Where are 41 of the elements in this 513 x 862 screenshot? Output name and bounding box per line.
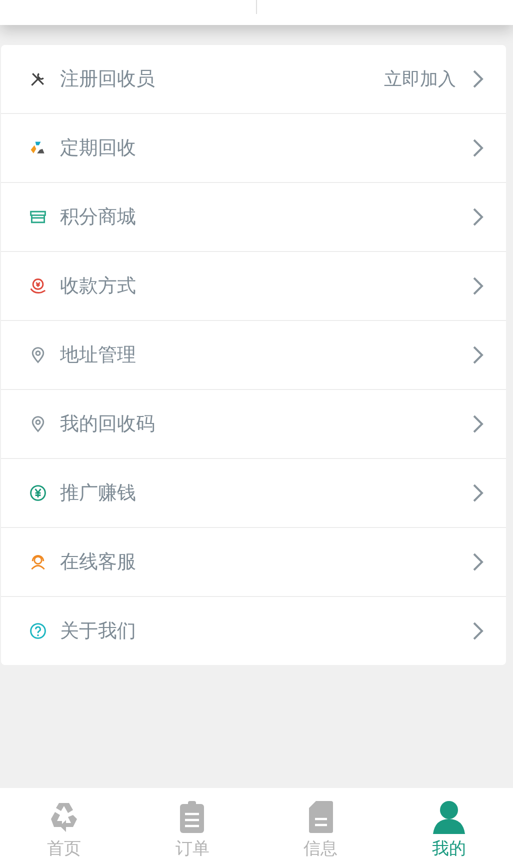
user-icon <box>430 799 467 835</box>
shop-icon <box>29 208 47 226</box>
yuan-coin-icon <box>29 484 47 502</box>
menu-label: 注册回收员 <box>60 67 156 92</box>
menu-label: 我的回收码 <box>60 412 156 437</box>
chevron-right-icon <box>472 138 484 158</box>
menu-label: 积分商城 <box>60 205 137 230</box>
tab[interactable]: 首页 <box>0 788 128 862</box>
menu-item[interactable]: 地址管理 <box>1 321 506 390</box>
chevron-right-icon <box>472 207 484 227</box>
menu-label: 收款方式 <box>60 274 137 299</box>
menu-item[interactable]: 收款方式 <box>1 252 506 321</box>
chevron-right-icon <box>472 552 484 572</box>
menu-label: 推广赚钱 <box>60 481 137 506</box>
tab[interactable]: 我的 <box>384 788 513 862</box>
tab[interactable]: 信息 <box>256 788 385 862</box>
menu-item[interactable]: 关于我们 <box>1 597 506 665</box>
menu-label: 地址管理 <box>60 343 137 368</box>
menu-item[interactable]: 推广赚钱 <box>1 459 506 528</box>
menu-item[interactable]: 在线客服 <box>1 528 506 597</box>
payment-icon <box>29 277 47 295</box>
menu-item[interactable]: 定期回收 <box>1 114 506 183</box>
menu-label: 关于我们 <box>60 619 137 644</box>
menu-item[interactable]: 我的回收码 <box>1 390 506 459</box>
tab[interactable]: 订单 <box>128 788 256 862</box>
location-pin-icon <box>29 346 47 364</box>
menu-item[interactable]: 积分商城 <box>1 183 506 252</box>
tools-icon <box>29 70 47 88</box>
menu-item[interactable]: 注册回收员 立即加入 <box>1 45 506 114</box>
chevron-right-icon <box>472 621 484 641</box>
chevron-right-icon <box>472 69 484 89</box>
menu-label: 在线客服 <box>60 550 137 575</box>
chevron-right-icon <box>472 483 484 503</box>
chevron-right-icon <box>472 414 484 434</box>
headset-person-icon <box>29 553 47 571</box>
join-link[interactable]: 立即加入 <box>384 67 456 91</box>
location-pin-icon <box>29 415 47 433</box>
chevron-right-icon <box>472 345 484 365</box>
chevron-right-icon <box>472 276 484 296</box>
help-icon <box>29 622 47 640</box>
menu-label: 定期回收 <box>60 136 137 161</box>
